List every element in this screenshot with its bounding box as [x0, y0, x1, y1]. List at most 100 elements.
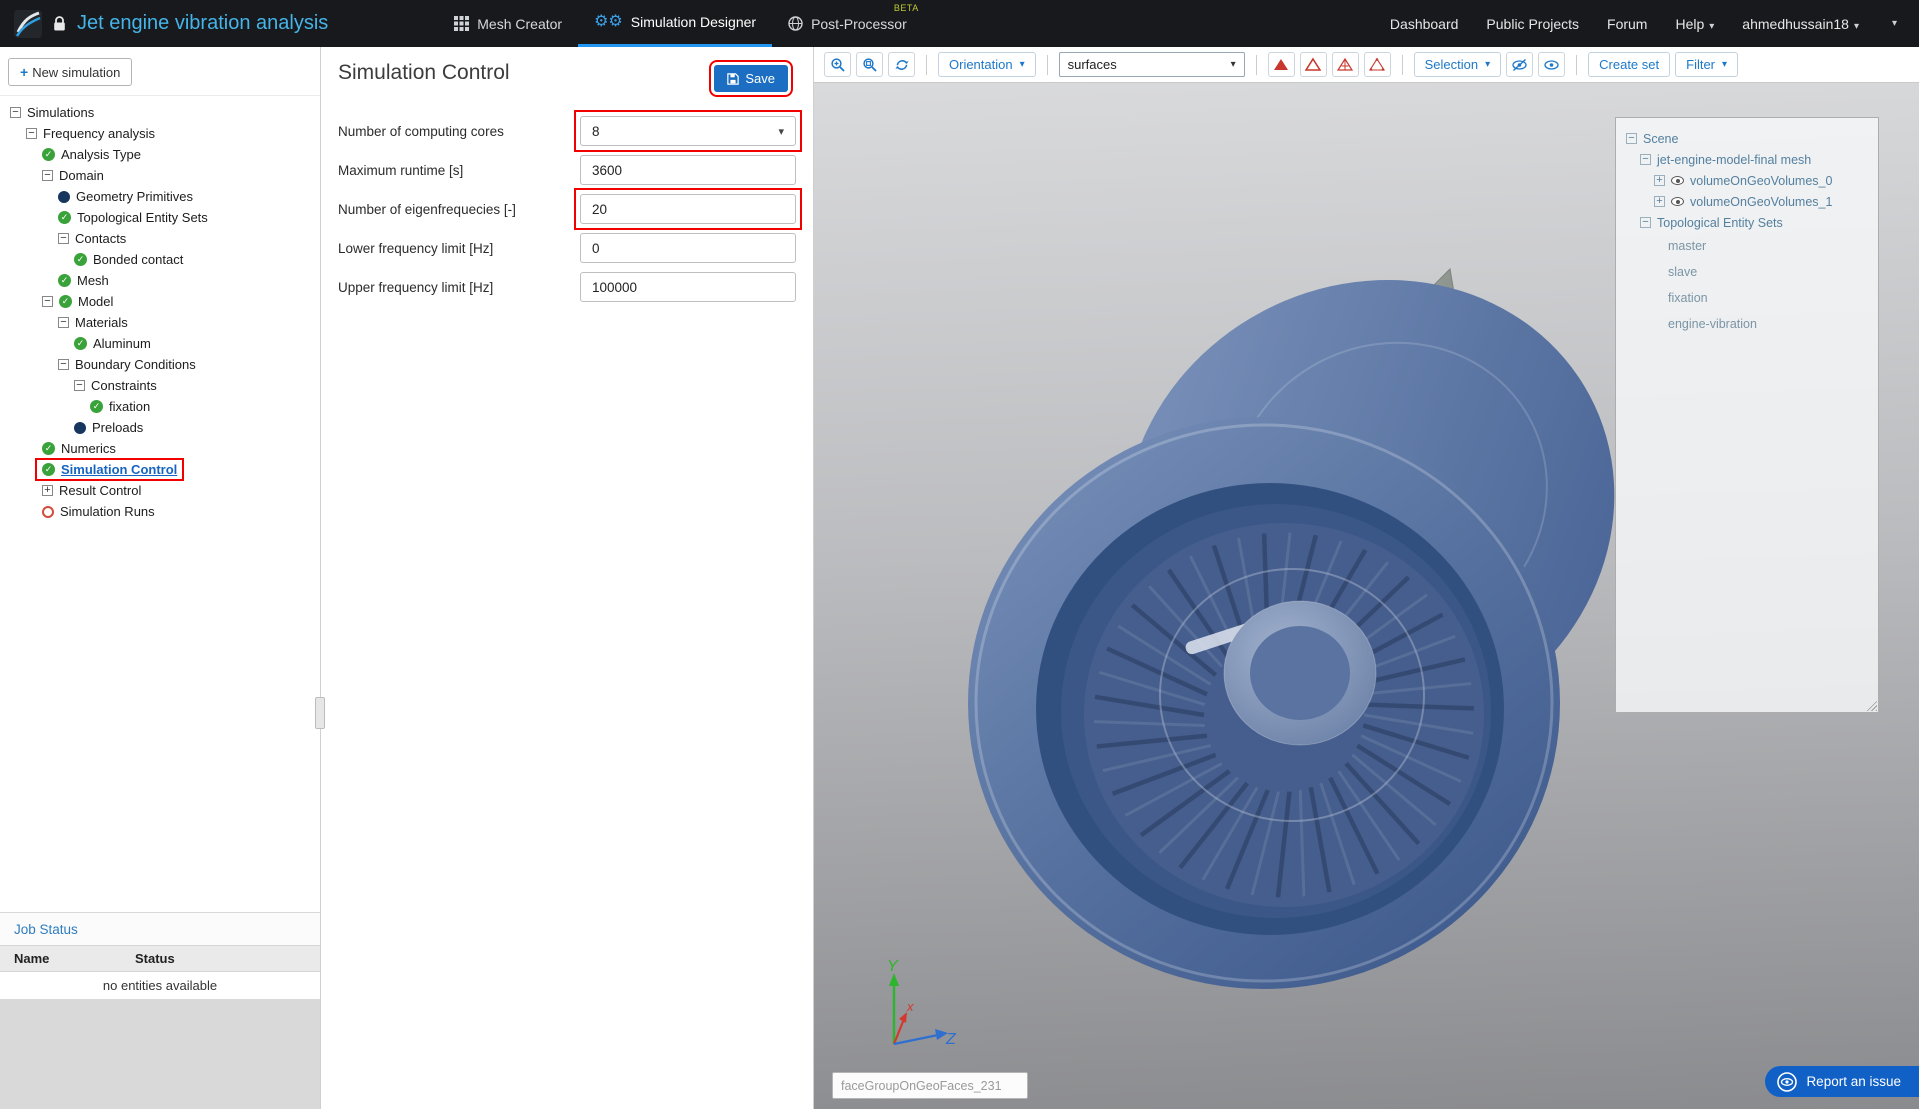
- zoom-to-box-button[interactable]: [856, 52, 883, 77]
- reset-view-button[interactable]: [888, 52, 915, 77]
- scene-item-label: jet-engine-model-final mesh: [1657, 152, 1812, 167]
- job-status-panel: Job Status Name Status no entities avail…: [0, 912, 320, 1109]
- orientation-dropdown[interactable]: Orientation ▾: [938, 52, 1036, 77]
- expand-icon[interactable]: +: [1654, 196, 1665, 207]
- expand-icon[interactable]: +: [1654, 175, 1665, 186]
- new-simulation-row: + New simulation: [0, 47, 320, 96]
- visibility-eye-icon[interactable]: [1671, 176, 1684, 185]
- tree-item-preloads[interactable]: Preloads: [0, 417, 320, 438]
- collapse-icon[interactable]: −: [26, 128, 37, 139]
- scene-item-volumeongeovolumes-0[interactable]: + volumeOnGeoVolumes_0: [1616, 170, 1878, 191]
- mesh-quality-solid-button[interactable]: [1267, 52, 1295, 77]
- navbar-overflow-chevron-icon[interactable]: ▾: [1892, 18, 1897, 29]
- tree-item-label: Simulation Runs: [60, 504, 155, 519]
- filter-dropdown[interactable]: Filter ▾: [1675, 52, 1739, 77]
- tree-item-inner: − ✓ Model: [38, 293, 117, 310]
- show-all-button[interactable]: [1538, 52, 1566, 77]
- number-of-computing-cores-select[interactable]: 8 ▾: [580, 116, 796, 146]
- mesh-quality-nodes-button[interactable]: [1363, 52, 1391, 77]
- tree-item-label: Simulations: [27, 105, 95, 120]
- lock-icon: [54, 16, 65, 31]
- tree-item-geometry-primitives[interactable]: Geometry Primitives: [0, 186, 320, 207]
- help-menu[interactable]: Help ▾: [1675, 16, 1714, 32]
- axis-label-y: Y: [887, 959, 899, 975]
- simscale-logo[interactable]: [14, 9, 42, 38]
- tree-item-fixation[interactable]: ✓ fixation: [0, 396, 320, 417]
- viewport-canvas[interactable]: − Scene − jet-engine-model-final mesh + volum…: [814, 83, 1919, 1109]
- tree-item-label: Contacts: [75, 231, 127, 246]
- tree-item-boundary-conditions[interactable]: − Boundary Conditions: [0, 354, 320, 375]
- scene-item-master[interactable]: master: [1616, 233, 1878, 259]
- tree-item-domain[interactable]: − Domain: [0, 165, 320, 186]
- mesh-quality-outline-button[interactable]: [1299, 52, 1327, 77]
- tree-item-mesh[interactable]: ✓ Mesh: [0, 270, 320, 291]
- new-simulation-button[interactable]: + New simulation: [8, 58, 133, 86]
- collapse-icon[interactable]: −: [1626, 133, 1637, 144]
- tree-item-analysis-type[interactable]: ✓ Analysis Type: [0, 144, 320, 165]
- scene-item-jet-engine-model-final-mesh[interactable]: − jet-engine-model-final mesh: [1616, 149, 1878, 170]
- tree-item-inner: − Simulations: [6, 104, 98, 121]
- quality-triangle-nodes-icon: [1369, 57, 1386, 71]
- tab-mesh-creator[interactable]: Mesh Creator: [438, 0, 578, 47]
- selection-dropdown[interactable]: Selection ▾: [1413, 52, 1502, 77]
- dot-icon: [58, 190, 70, 203]
- user-menu[interactable]: ahmedhussain18 ▾: [1742, 16, 1859, 32]
- tree-item-result-control[interactable]: + Result Control: [0, 480, 320, 501]
- hide-selected-button[interactable]: [1506, 52, 1534, 77]
- collapse-icon[interactable]: −: [42, 170, 53, 181]
- chevron-down-icon: ▾: [1853, 20, 1859, 32]
- scene-item-slave[interactable]: slave: [1616, 259, 1878, 285]
- tree-item-constraints[interactable]: − Constraints: [0, 375, 320, 396]
- collapse-icon[interactable]: −: [58, 317, 69, 328]
- tree-item-inner: − Constraints: [70, 377, 161, 394]
- collapse-icon[interactable]: −: [74, 380, 85, 391]
- collapse-icon[interactable]: −: [58, 233, 69, 244]
- number-of-eigenfrequecies-input[interactable]: [580, 194, 796, 224]
- scene-item-engine-vibration[interactable]: engine-vibration: [1616, 311, 1878, 337]
- tree-item-inner: ✓ Bonded contact: [70, 251, 187, 268]
- expand-icon[interactable]: +: [42, 485, 53, 496]
- scene-item-topological-entity-sets[interactable]: − Topological Entity Sets: [1616, 212, 1878, 233]
- scene-tree: − Scene − jet-engine-model-final mesh + volum…: [1616, 128, 1878, 337]
- eye-hide-icon: [1512, 58, 1527, 71]
- maximum-runtime-s-input[interactable]: [580, 155, 796, 185]
- collapse-icon[interactable]: −: [58, 359, 69, 370]
- nav-link-public-projects[interactable]: Public Projects: [1486, 16, 1579, 32]
- tree-item-aluminum[interactable]: ✓ Aluminum: [0, 333, 320, 354]
- tab-post-processor[interactable]: Post-Processor BETA: [772, 0, 923, 47]
- tree-item-bonded-contact[interactable]: ✓ Bonded contact: [0, 249, 320, 270]
- collapse-icon[interactable]: −: [1640, 154, 1651, 165]
- tree-item-contacts[interactable]: − Contacts: [0, 228, 320, 249]
- lower-frequency-limit-hz-input[interactable]: [580, 233, 796, 263]
- tree-item-inner: − Domain: [38, 167, 108, 184]
- scene-item-volumeongeovolumes-1[interactable]: + volumeOnGeoVolumes_1: [1616, 191, 1878, 212]
- collapse-icon[interactable]: −: [1640, 217, 1651, 228]
- eye-show-icon: [1544, 59, 1559, 70]
- render-mode-select[interactable]: surfaces ▾: [1058, 52, 1245, 77]
- scene-item-scene[interactable]: − Scene: [1616, 128, 1878, 149]
- tree-item-simulations[interactable]: − Simulations: [0, 102, 320, 123]
- nav-link-forum[interactable]: Forum: [1607, 16, 1647, 32]
- report-issue-button[interactable]: Report an issue: [1765, 1066, 1919, 1097]
- create-set-button[interactable]: Create set: [1588, 52, 1671, 77]
- collapse-icon[interactable]: −: [10, 107, 21, 118]
- collapse-icon[interactable]: −: [42, 296, 53, 307]
- tree-item-simulation-control[interactable]: ✓ Simulation Control: [0, 458, 320, 481]
- scene-item-fixation[interactable]: fixation: [1616, 285, 1878, 311]
- mesh-quality-wireframe-button[interactable]: [1331, 52, 1359, 77]
- nav-link-dashboard[interactable]: Dashboard: [1390, 16, 1459, 32]
- face-group-input[interactable]: [832, 1072, 1028, 1099]
- zoom-in-button[interactable]: [824, 52, 851, 77]
- tree-item-frequency-analysis[interactable]: − Frequency analysis: [0, 123, 320, 144]
- tab-label: Simulation Designer: [630, 14, 757, 30]
- check-icon: ✓: [90, 400, 103, 413]
- visibility-eye-icon[interactable]: [1671, 197, 1684, 206]
- tree-item-numerics[interactable]: ✓ Numerics: [0, 438, 320, 459]
- tree-item-simulation-runs[interactable]: Simulation Runs: [0, 501, 320, 522]
- save-button[interactable]: Save: [709, 60, 793, 97]
- tree-item-materials[interactable]: − Materials: [0, 312, 320, 333]
- upper-frequency-limit-hz-input[interactable]: [580, 272, 796, 302]
- tab-simulation-designer[interactable]: ⚙⚙ Simulation Designer: [578, 0, 773, 47]
- tree-item-topological-entity-sets[interactable]: ✓ Topological Entity Sets: [0, 207, 320, 228]
- tree-item-model[interactable]: − ✓ Model: [0, 291, 320, 312]
